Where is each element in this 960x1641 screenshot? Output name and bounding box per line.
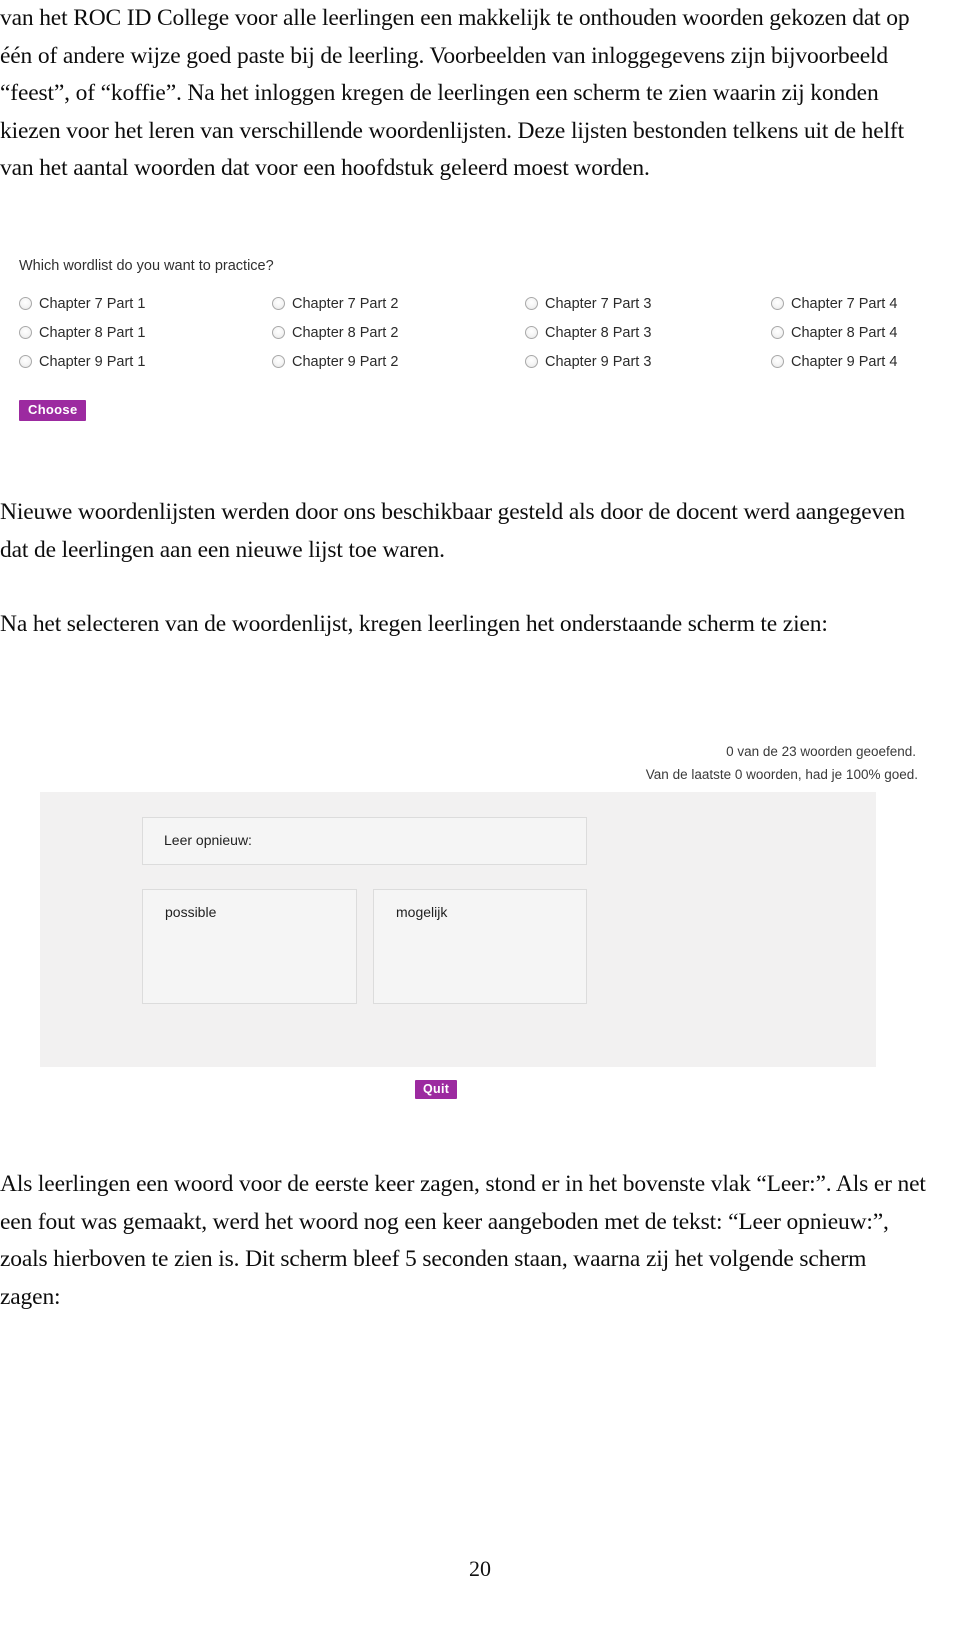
radio-option-label: Chapter 7 Part 3 <box>545 295 652 312</box>
radio-button-icon[interactable] <box>525 326 538 339</box>
radio-option-label: Chapter 9 Part 1 <box>39 353 146 370</box>
paragraph-intro: van het ROC ID College voor alle leerlin… <box>0 0 922 188</box>
radio-button-icon[interactable] <box>272 326 285 339</box>
radio-option-chapter-9-part-1[interactable]: Chapter 9 Part 1 <box>12 354 272 370</box>
radio-option-chapter-7-part-3[interactable]: Chapter 7 Part 3 <box>525 296 771 312</box>
choose-button[interactable]: Choose <box>19 400 87 421</box>
radio-button-icon[interactable] <box>525 355 538 368</box>
wordlist-question-label: Which wordlist do you want to practice? <box>19 258 274 274</box>
radio-option-label: Chapter 9 Part 3 <box>545 353 652 370</box>
page-number: 20 <box>469 1556 491 1581</box>
wordlist-radio-grid: Chapter 7 Part 1 Chapter 7 Part 2 Chapte… <box>12 289 918 376</box>
radio-button-icon[interactable] <box>19 355 32 368</box>
paragraph-middle-a-text: Nieuwe woordenlijsten werden door ons be… <box>0 499 905 563</box>
paragraph-bottom-text: Als leerlingen een woord voor de eerste … <box>0 1171 926 1310</box>
radio-button-icon[interactable] <box>525 297 538 310</box>
prompt-box: Leer opnieuw: <box>142 817 587 865</box>
wordlist-radio-row: Chapter 7 Part 1 Chapter 7 Part 2 Chapte… <box>12 289 918 318</box>
radio-option-chapter-8-part-1[interactable]: Chapter 8 Part 1 <box>12 325 272 341</box>
figure-wordlist-screenshot: Which wordlist do you want to practice? … <box>12 252 918 434</box>
radio-option-label: Chapter 7 Part 2 <box>292 295 399 312</box>
radio-option-chapter-9-part-4[interactable]: Chapter 9 Part 4 <box>771 354 960 370</box>
prompt-label: Leer opnieuw: <box>164 832 252 848</box>
wordlist-radio-row: Chapter 8 Part 1 Chapter 8 Part 2 Chapte… <box>12 318 918 347</box>
practice-panel: Leer opnieuw: possible mogelijk <box>40 792 876 1067</box>
paragraph-bottom: Als leerlingen een woord voor de eerste … <box>0 1166 928 1316</box>
word-box-source: possible <box>142 889 357 1004</box>
radio-button-icon[interactable] <box>19 326 32 339</box>
radio-option-chapter-8-part-2[interactable]: Chapter 8 Part 2 <box>272 325 525 341</box>
radio-option-label: Chapter 9 Part 4 <box>791 353 898 370</box>
radio-button-icon[interactable] <box>19 297 32 310</box>
radio-option-label: Chapter 8 Part 1 <box>39 324 146 341</box>
word-box-target: mogelijk <box>373 889 587 1004</box>
radio-option-label: Chapter 7 Part 4 <box>791 295 898 312</box>
radio-button-icon[interactable] <box>771 326 784 339</box>
paragraph-middle: Nieuwe woordenlijsten werden door ons be… <box>0 494 922 644</box>
radio-option-chapter-9-part-2[interactable]: Chapter 9 Part 2 <box>272 354 525 370</box>
radio-option-chapter-8-part-3[interactable]: Chapter 8 Part 3 <box>525 325 771 341</box>
paragraph-middle-b-text: Na het selecteren van de woordenlijst, k… <box>0 611 828 637</box>
radio-button-icon[interactable] <box>272 297 285 310</box>
radio-option-chapter-9-part-3[interactable]: Chapter 9 Part 3 <box>525 354 771 370</box>
paragraph-intro-text: van het ROC ID College voor alle leerlin… <box>0 5 910 181</box>
practice-accuracy-status: Van de laatste 0 woorden, had je 100% go… <box>645 767 918 782</box>
radio-option-label: Chapter 8 Part 4 <box>791 324 898 341</box>
radio-option-label: Chapter 9 Part 2 <box>292 353 399 370</box>
wordlist-radio-row: Chapter 9 Part 1 Chapter 9 Part 2 Chapte… <box>12 347 918 376</box>
radio-button-icon[interactable] <box>771 297 784 310</box>
radio-option-chapter-8-part-4[interactable]: Chapter 8 Part 4 <box>771 325 960 341</box>
radio-button-icon[interactable] <box>771 355 784 368</box>
radio-button-icon[interactable] <box>272 355 285 368</box>
radio-option-chapter-7-part-2[interactable]: Chapter 7 Part 2 <box>272 296 525 312</box>
word-target-text: mogelijk <box>396 904 448 920</box>
radio-option-label: Chapter 8 Part 3 <box>545 324 652 341</box>
radio-option-label: Chapter 8 Part 2 <box>292 324 399 341</box>
quit-button[interactable]: Quit <box>415 1080 458 1099</box>
word-source-text: possible <box>165 904 217 920</box>
radio-option-label: Chapter 7 Part 1 <box>39 295 146 312</box>
figure-practice-screenshot: 0 van de 23 woorden geoefend. Van de laa… <box>40 744 918 1134</box>
practice-progress-status: 0 van de 23 woorden geoefend. <box>726 744 916 759</box>
radio-option-chapter-7-part-1[interactable]: Chapter 7 Part 1 <box>12 296 272 312</box>
radio-option-chapter-7-part-4[interactable]: Chapter 7 Part 4 <box>771 296 960 312</box>
